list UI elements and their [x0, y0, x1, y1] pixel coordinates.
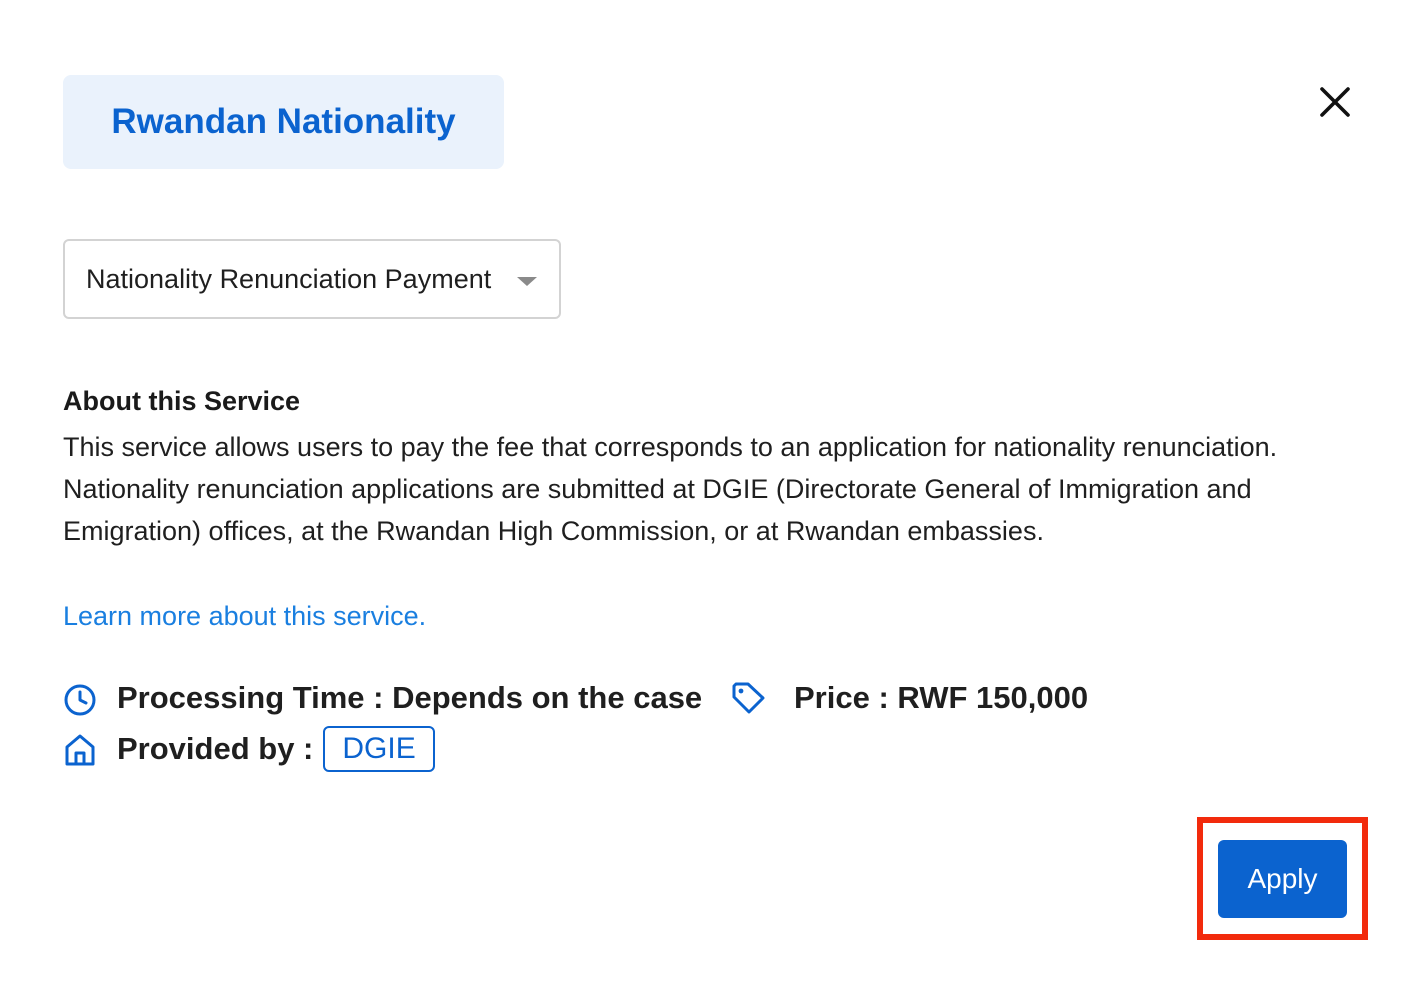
chevron-down-icon: [517, 277, 537, 286]
category-title: Rwandan Nationality: [111, 102, 456, 141]
provided-by-label: Provided by :: [117, 731, 314, 766]
building-icon: [63, 731, 99, 767]
learn-more-link[interactable]: Learn more about this service.: [63, 601, 426, 632]
provider-badge[interactable]: DGIE: [323, 726, 435, 772]
price: Price : RWF 150,000: [730, 680, 1088, 716]
service-select-value: Nationality Renunciation Payment: [86, 263, 492, 294]
close-icon: [1320, 87, 1350, 117]
about-description: This service allows users to pay the fee…: [63, 432, 1278, 546]
price-text: Price : RWF 150,000: [794, 680, 1089, 715]
processing-time: Processing Time : Depends on the case: [63, 680, 702, 716]
processing-time-text: Processing Time : Depends on the case: [117, 680, 703, 715]
category-title-chip: Rwandan Nationality: [63, 75, 504, 169]
apply-button[interactable]: Apply: [1218, 840, 1347, 918]
provided-by: Provided by : DGIE: [63, 726, 435, 772]
about-heading: About this Service: [63, 386, 301, 416]
close-button[interactable]: [1313, 80, 1357, 124]
tag-icon: [730, 680, 766, 716]
service-select[interactable]: Nationality Renunciation Payment: [63, 239, 561, 319]
clock-icon: [63, 680, 99, 716]
